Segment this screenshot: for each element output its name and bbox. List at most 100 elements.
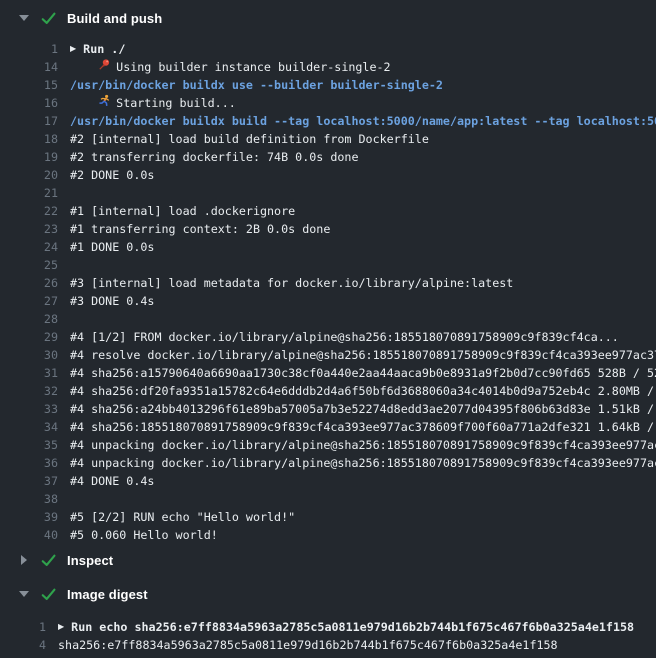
log-line[interactable]: 32 #4 sha256:df20fa9351a15782c64e6dddb2d4…: [0, 382, 656, 400]
log-line[interactable]: 30#4 resolve docker.io/library/alpine@sh…: [0, 346, 656, 364]
log-line[interactable]: 26 #3 [internal] load metadata for docker…: [0, 274, 656, 292]
section-title: Image digest: [67, 587, 148, 602]
section-inspect: Inspect: [0, 546, 656, 574]
line-text: #4 sha256:a24bb4013296f61e89ba57005a7b3e…: [70, 400, 656, 418]
line-text: #2 [internal] load build definition from…: [70, 130, 429, 148]
line-text: #4 unpacking docker.io/library/alpine@sh…: [70, 454, 656, 472]
log-line[interactable]: 29 #4 [1/2] FROM docker.io/library/alpine…: [0, 328, 656, 346]
line-text: #1 [internal] load .dockerignore: [70, 202, 295, 220]
line-number[interactable]: 4: [0, 636, 46, 654]
line-number[interactable]: 35: [0, 436, 58, 454]
section-header-build-and-push[interactable]: Build and push: [0, 4, 656, 32]
line-number[interactable]: 1: [0, 618, 46, 636]
log-line[interactable]: 40 #5 0.060 Hello world!: [0, 526, 656, 544]
log-line[interactable]: 39 #5 [2/2] RUN echo "Hello world!": [0, 508, 656, 526]
success-check-icon: [41, 12, 56, 25]
log-line[interactable]: 33 #4 sha256:a24bb4013296f61e89ba57005a7b…: [0, 400, 656, 418]
line-text: #5 0.060 Hello world!: [70, 526, 218, 544]
line-number[interactable]: 26: [0, 274, 58, 292]
log-line[interactable]: 35 #4 unpacking docker.io/library/alpine@…: [0, 436, 656, 454]
log-line[interactable]: 18 #2 [internal] load build definition fr…: [0, 130, 656, 148]
line-number[interactable]: 31: [0, 364, 58, 382]
line-number[interactable]: 34: [0, 418, 58, 436]
line-text: #4 [1/2] FROM docker.io/library/alpine@s…: [70, 328, 619, 346]
log-lines-build-and-push: 1 ▶ Run ./14 Using builder instance builde…: [0, 32, 656, 546]
section-image-digest: Image digest 1 ▶ Run echo sha256:e7ff8834a…: [0, 580, 656, 654]
log-line[interactable]: 20 #2 DONE 0.0s: [0, 166, 656, 184]
line-number[interactable]: 19: [0, 148, 58, 166]
line-text: Starting build...: [116, 94, 236, 112]
log-line[interactable]: 28: [0, 310, 656, 328]
line-number[interactable]: 38: [0, 490, 58, 508]
success-check-icon: [41, 588, 56, 601]
line-text: /usr/bin/docker buildx build --tag local…: [70, 112, 656, 130]
line-number[interactable]: 30: [0, 346, 58, 364]
expand-run-icon[interactable]: ▶: [70, 40, 76, 58]
line-number[interactable]: 15: [0, 76, 58, 94]
line-text: #3 [internal] load metadata for docker.i…: [70, 274, 513, 292]
expand-run-icon[interactable]: ▶: [58, 618, 64, 636]
log-line[interactable]: 31 #4 sha256:a15790640a6690aa1730c38cf0a4…: [0, 364, 656, 382]
line-text: /usr/bin/docker buildx use --builder bui…: [70, 76, 443, 94]
line-number[interactable]: 32: [0, 382, 58, 400]
line-text: Run ./: [83, 40, 125, 58]
line-number[interactable]: 25: [0, 256, 58, 274]
section-header-inspect[interactable]: Inspect: [0, 546, 656, 574]
log-line[interactable]: 37 #4 DONE 0.4s: [0, 472, 656, 490]
line-number[interactable]: 20: [0, 166, 58, 184]
line-number[interactable]: 1: [0, 40, 58, 58]
log-line[interactable]: 23 #1 transferring context: 2B 0.0s done: [0, 220, 656, 238]
section-build-and-push: Build and push 1 ▶ Run ./14 Using builder …: [0, 4, 656, 546]
runner-icon: [70, 94, 111, 112]
line-text: #4 sha256:df20fa9351a15782c64e6dddb2d4a6…: [70, 382, 656, 400]
line-text: #1 transferring context: 2B 0.0s done: [70, 220, 330, 238]
line-text: sha256:e7ff8834a5963a2785c5a0811e979d16b…: [58, 636, 558, 654]
actions-log-viewer: Build and push 1 ▶ Run ./14 Using builder …: [0, 0, 656, 658]
log-line[interactable]: 17/usr/bin/docker buildx build --tag loc…: [0, 112, 656, 130]
log-line[interactable]: 24#1 DONE 0.0s: [0, 238, 656, 256]
line-number[interactable]: 21: [0, 184, 58, 202]
log-line[interactable]: 1 ▶ Run ./: [0, 40, 656, 58]
line-number[interactable]: 27: [0, 292, 58, 310]
chevron-down-icon[interactable]: [18, 12, 30, 24]
section-title: Inspect: [67, 553, 113, 568]
log-line[interactable]: 34#4 sha256:185518070891758909c9f839cf4c…: [0, 418, 656, 436]
line-text: Run echo sha256:e7ff8834a5963a2785c5a081…: [71, 618, 634, 636]
log-line[interactable]: 25: [0, 256, 656, 274]
line-number[interactable]: 40: [0, 526, 58, 544]
line-number[interactable]: 33: [0, 400, 58, 418]
section-header-image-digest[interactable]: Image digest: [0, 580, 656, 608]
line-number[interactable]: 39: [0, 508, 58, 526]
line-number[interactable]: 23: [0, 220, 58, 238]
line-number[interactable]: 29: [0, 328, 58, 346]
chevron-down-icon[interactable]: [18, 588, 30, 600]
log-line[interactable]: 21: [0, 184, 656, 202]
chevron-right-icon[interactable]: [18, 554, 30, 566]
line-number[interactable]: 28: [0, 310, 58, 328]
line-number[interactable]: 22: [0, 202, 58, 220]
log-line[interactable]: 15/usr/bin/docker buildx use --builder b…: [0, 76, 656, 94]
line-number[interactable]: 36: [0, 454, 58, 472]
line-text: #4 unpacking docker.io/library/alpine@sh…: [70, 436, 656, 454]
line-number[interactable]: 24: [0, 238, 58, 256]
log-line[interactable]: 36 #4 unpacking docker.io/library/alpine@…: [0, 454, 656, 472]
log-line[interactable]: 38: [0, 490, 656, 508]
log-line[interactable]: 1 ▶ Run echo sha256:e7ff8834a5963a2785c5a0…: [0, 618, 656, 636]
line-number[interactable]: 17: [0, 112, 58, 130]
line-text: #2 DONE 0.0s: [70, 166, 154, 184]
log-lines-image-digest: 1 ▶ Run echo sha256:e7ff8834a5963a2785c5a0…: [0, 608, 656, 654]
log-line[interactable]: 19#2 transferring dockerfile: 74B 0.0s d…: [0, 148, 656, 166]
log-line[interactable]: 4 sha256:e7ff8834a5963a2785c5a0811e979d16…: [0, 636, 656, 654]
line-number[interactable]: 16: [0, 94, 58, 112]
line-text: #4 sha256:a15790640a6690aa1730c38cf0a440…: [70, 364, 656, 382]
log-line[interactable]: 27#3 DONE 0.4s: [0, 292, 656, 310]
line-text: #4 DONE 0.4s: [70, 472, 154, 490]
line-number[interactable]: 14: [0, 58, 58, 76]
line-number[interactable]: 37: [0, 472, 58, 490]
log-line[interactable]: 14 Using builder instance builder-single…: [0, 58, 656, 76]
log-line[interactable]: 22 #1 [internal] load .dockerignore: [0, 202, 656, 220]
pushpin-icon: [70, 58, 111, 76]
line-number[interactable]: 18: [0, 130, 58, 148]
line-text: #5 [2/2] RUN echo "Hello world!": [70, 508, 295, 526]
log-line[interactable]: 16 Starting build...: [0, 94, 656, 112]
